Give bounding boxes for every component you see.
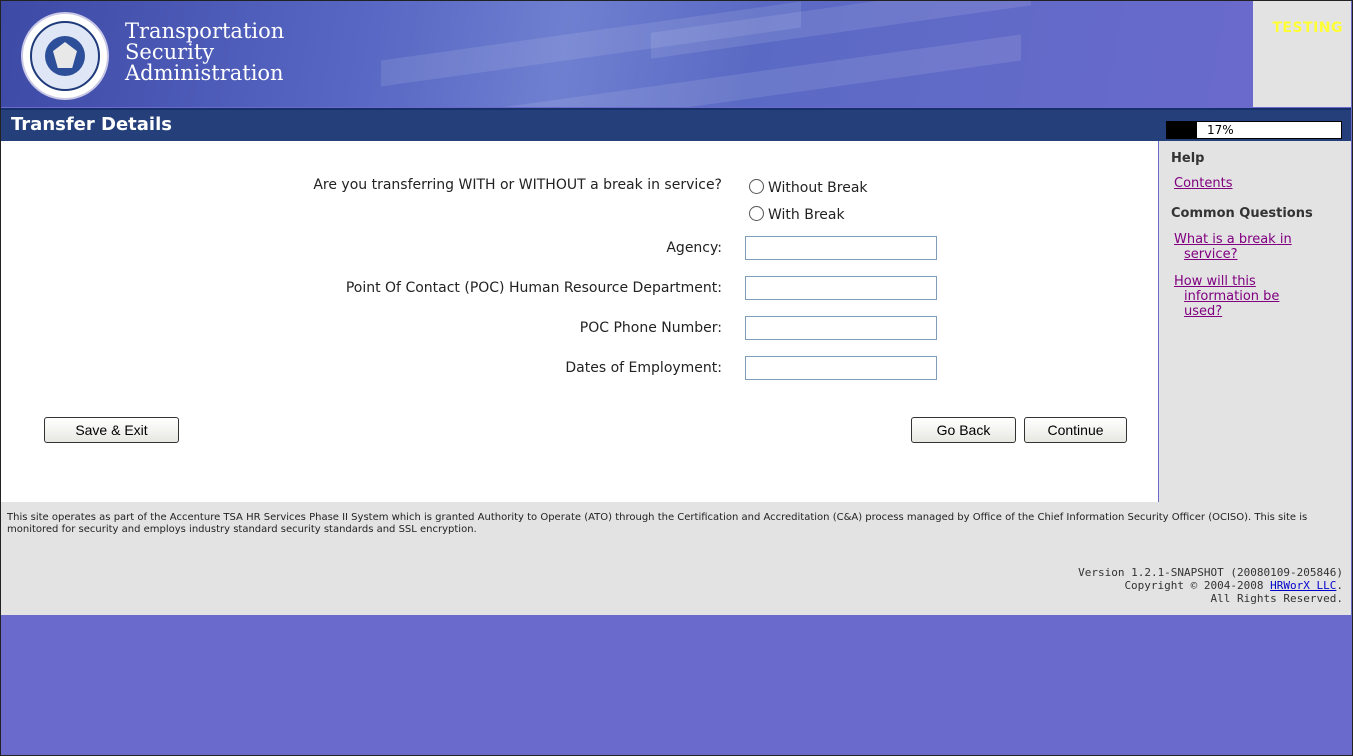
faq-link-break-in-service[interactable]: What is a break in service? <box>1174 232 1324 262</box>
progress-fill <box>1167 122 1197 138</box>
agency-input[interactable] <box>745 236 937 260</box>
page-title: Transfer Details <box>11 114 172 135</box>
poc-input[interactable] <box>745 276 937 300</box>
logo-line: Security <box>125 40 215 64</box>
version-text: Version 1.2.1-SNAPSHOT (20080109-205846) <box>1078 566 1343 579</box>
help-contents-link[interactable]: Contents <box>1174 176 1324 191</box>
poc-phone-input[interactable] <box>745 316 937 340</box>
page-title-bar: Transfer Details 17% <box>1 108 1351 141</box>
agency-logo-text: Transportation Security Administration <box>125 21 284 84</box>
link-line: service? <box>1184 247 1238 262</box>
radio-label: With Break <box>768 207 845 223</box>
copyright-suffix: . <box>1336 579 1343 592</box>
header-banner: Transportation Security Administration <box>1 1 1252 107</box>
radio-label: Without Break <box>768 180 868 196</box>
environment-column <box>1253 1 1351 107</box>
version-info: Version 1.2.1-SNAPSHOT (20080109-205846)… <box>1078 566 1343 605</box>
link-line: How will this <box>1174 274 1256 289</box>
rights-text: All Rights Reserved. <box>1210 592 1343 605</box>
logo-line: Administration <box>125 61 284 85</box>
poc-label: Point Of Contact (POC) Human Resource De… <box>345 280 722 296</box>
transfer-form: Are you transferring WITH or WITHOUT a b… <box>1 141 1158 502</box>
copyright-prefix: Copyright © 2004-2008 <box>1124 579 1264 592</box>
agency-label: Agency: <box>666 240 722 256</box>
copyright-text: Copyright © 2004-2008 HRWorX LLC. <box>1078 579 1343 592</box>
employment-dates-input[interactable] <box>745 356 937 380</box>
company-link[interactable]: HRWorX LLC <box>1270 579 1336 592</box>
help-heading: Help <box>1171 151 1205 166</box>
link-line: What is a break in <box>1174 232 1292 247</box>
employment-dates-label: Dates of Employment: <box>565 360 722 376</box>
page-footer: This site operates as part of the Accent… <box>1 502 1351 615</box>
progress-bar: 17% <box>1166 121 1342 139</box>
save-exit-button[interactable]: Save & Exit <box>44 417 179 443</box>
continue-button[interactable]: Continue <box>1024 417 1127 443</box>
radio-circle-icon[interactable] <box>749 206 764 221</box>
go-back-button[interactable]: Go Back <box>911 417 1016 443</box>
progress-percent: 17% <box>1207 123 1234 137</box>
link-line: used? <box>1184 304 1223 319</box>
break-question-label: Are you transferring WITH or WITHOUT a b… <box>313 177 722 193</box>
radio-with-break[interactable]: With Break <box>749 206 845 223</box>
poc-phone-label: POC Phone Number: <box>579 320 722 336</box>
environment-badge: TESTING <box>1272 20 1343 36</box>
dhs-seal-logo <box>21 12 109 100</box>
common-questions-heading: Common Questions <box>1171 206 1313 221</box>
logo-line: Transportation <box>125 19 285 43</box>
radio-without-break[interactable]: Without Break <box>749 179 868 196</box>
link-line: information be <box>1184 289 1280 304</box>
security-disclaimer: This site operates as part of the Accent… <box>7 512 1308 535</box>
faq-link-information-use[interactable]: How will this information be used? <box>1174 274 1324 319</box>
help-sidebar: Help Contents Common Questions What is a… <box>1159 141 1351 502</box>
radio-circle-icon[interactable] <box>749 179 764 194</box>
